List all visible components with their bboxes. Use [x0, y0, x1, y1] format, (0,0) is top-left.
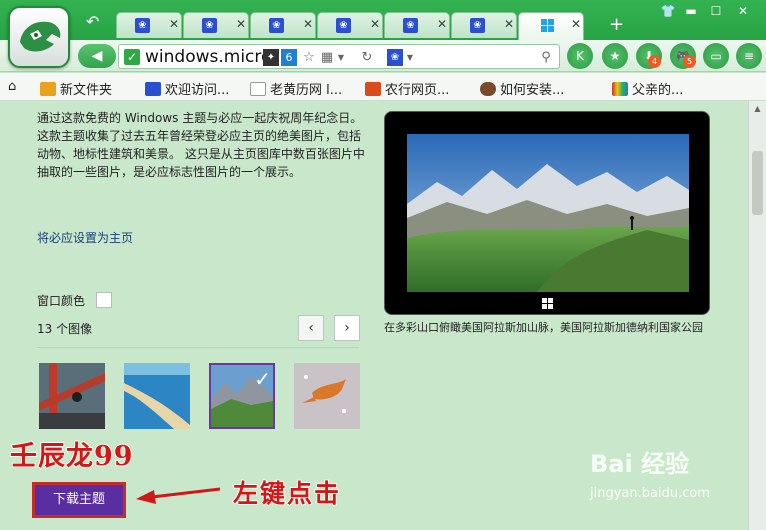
theme-preview-tablet	[384, 111, 710, 315]
search-icon[interactable]: ⚲	[537, 49, 555, 66]
close-tab-icon[interactable]: ✕	[303, 17, 313, 31]
tab-1[interactable]: ❀ ✕	[116, 12, 182, 38]
navigation-bar: ◀ ✓ windows.micro ✦ 6 ☆ ▦ ▼ ↻ ❀ ▼ ⚲ K ★ …	[0, 40, 766, 72]
close-tab-icon[interactable]: ✕	[370, 17, 380, 31]
download-theme-button[interactable]: 下载主题	[32, 482, 126, 518]
refresh-icon[interactable]: ↻	[359, 49, 375, 66]
watermark-url: jingyan.baidu.com	[590, 486, 710, 501]
new-tab-button[interactable]: +	[609, 14, 624, 35]
click-hint: 左键点击	[232, 478, 342, 509]
tv-button[interactable]: ▭	[703, 43, 729, 69]
home-icon[interactable]: ⌂	[8, 79, 16, 97]
scroll-up-icon[interactable]: ▲	[749, 101, 766, 117]
extension-icon[interactable]: 6	[281, 49, 297, 66]
image-count: 13 个图像	[37, 322, 93, 336]
thumbnail-bridge[interactable]	[39, 363, 105, 429]
windows-icon	[542, 298, 554, 310]
extension-icon[interactable]: ✦	[263, 49, 279, 66]
bookmarks-bar: ⌂ 新文件夹 欢迎访问... 老黄历网 l... 农行网页... 如何安装...…	[0, 73, 766, 101]
chevron-down-icon[interactable]: ▼	[336, 49, 346, 66]
close-tab-icon[interactable]: ✕	[169, 17, 179, 31]
page-content: 通过这款免费的 Windows 主题与必应一起庆祝周年纪念日。这款主题收集了过去…	[0, 101, 748, 530]
preview-image	[407, 134, 689, 292]
paw-icon	[145, 82, 161, 96]
close-tab-icon[interactable]: ✕	[236, 17, 246, 31]
minimize-button[interactable]: ▬	[680, 4, 702, 22]
baidu-watermark: Bai 经验 jingyan.baidu.com	[590, 442, 740, 502]
bookmark-item[interactable]: 农行网页...	[365, 79, 449, 98]
paw-icon[interactable]: ❀	[387, 49, 403, 66]
close-window-button[interactable]: ✕	[732, 4, 754, 22]
menu-button[interactable]: ≡	[736, 43, 762, 69]
cheetah-logo-icon[interactable]	[8, 6, 70, 68]
arrow-left-icon	[136, 487, 221, 504]
paw-icon: ❀	[202, 18, 217, 33]
thumbnail-coast[interactable]	[124, 363, 190, 429]
divider	[37, 347, 359, 348]
prev-page-button[interactable]: ‹	[298, 315, 324, 341]
maximize-button[interactable]: ☐	[705, 4, 727, 22]
close-tab-icon[interactable]: ✕	[437, 17, 447, 31]
shirt-skin-icon[interactable]: 👕	[657, 4, 679, 22]
document-icon	[250, 82, 266, 96]
windows-icon	[541, 19, 555, 33]
close-tab-icon[interactable]: ✕	[504, 17, 514, 31]
address-bar[interactable]: ✓ windows.micro ✦ 6 ☆ ▦ ▼ ↻ ❀ ▼ ⚲	[118, 44, 560, 69]
secure-check-icon: ✓	[124, 49, 140, 65]
bookmark-item[interactable]: 老黄历网 l...	[250, 79, 342, 98]
scroll-thumb[interactable]	[752, 151, 763, 215]
star-icon[interactable]: ☆	[301, 49, 317, 66]
theme-description: 通过这款免费的 Windows 主题与必应一起庆祝周年纪念日。这款主题收集了过去…	[37, 111, 365, 179]
close-tab-icon[interactable]: ✕	[571, 17, 581, 31]
title-bar: ↶ ❀ ✕ ❀ ✕ ❀ ✕ ❀ ✕ ❀ ✕ ❀ ✕ ✕ + 👕 ▬ ☐ ✕	[0, 0, 766, 40]
next-page-button[interactable]: ›	[334, 315, 360, 341]
bookmark-item[interactable]: 新文件夹	[40, 79, 112, 98]
thumbnail-mountain-selected[interactable]: ✓	[209, 363, 275, 429]
tab-active[interactable]: ✕	[518, 12, 584, 40]
check-icon: ✓	[254, 367, 271, 391]
watermark-brand: Bai 经验	[590, 450, 690, 478]
flag-icon	[612, 82, 628, 96]
tab-5[interactable]: ❀ ✕	[384, 12, 450, 38]
window-color-checkbox[interactable]	[96, 292, 112, 308]
star-button[interactable]: ★	[602, 43, 628, 69]
paw-icon: ❀	[135, 18, 150, 33]
undo-close-tab-icon[interactable]: ↶	[86, 12, 99, 31]
url-text[interactable]: windows.micro	[145, 47, 263, 67]
paw-icon: ❀	[403, 18, 418, 33]
chevron-down-icon[interactable]: ▼	[405, 49, 415, 66]
thumbnail-fox[interactable]	[294, 363, 360, 429]
folder-icon	[40, 82, 56, 96]
paw-icon: ❀	[336, 18, 351, 33]
vertical-scrollbar[interactable]: ▲	[748, 101, 766, 530]
bookmark-item[interactable]: 父亲的...	[612, 79, 683, 98]
paw-icon: ❀	[470, 18, 485, 33]
bookmark-item[interactable]: 欢迎访问...	[145, 79, 229, 98]
set-home-link[interactable]: 将必应设置为主页	[37, 229, 133, 246]
tab-4[interactable]: ❀ ✕	[317, 12, 383, 38]
author-tag: 壬辰龙99	[9, 440, 134, 473]
avatar-icon	[480, 82, 496, 96]
image-caption: 在多彩山口俯瞰美国阿拉斯加山脉，美国阿拉斯加德纳利国家公园	[384, 321, 703, 334]
paw-icon: ❀	[269, 18, 284, 33]
download-badge: 4	[648, 55, 661, 68]
bookmark-item[interactable]: 如何安装...	[480, 79, 564, 98]
game-badge: 5	[683, 55, 696, 68]
window-color-label: 窗口颜色	[37, 294, 86, 308]
tab-3[interactable]: ❀ ✕	[250, 12, 316, 38]
tab-2[interactable]: ❀ ✕	[183, 12, 249, 38]
bank-icon	[365, 82, 381, 96]
tab-6[interactable]: ❀ ✕	[451, 12, 517, 38]
k-extension-button[interactable]: K	[567, 43, 593, 69]
back-button[interactable]: ◀	[78, 44, 116, 68]
qrcode-icon[interactable]: ▦	[319, 49, 335, 66]
